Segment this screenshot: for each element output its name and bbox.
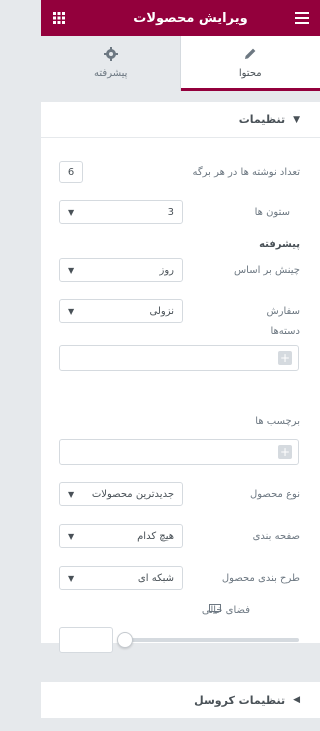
layout-label: طرح بندی محصول xyxy=(221,572,300,584)
advanced-heading: پیشرفته xyxy=(259,238,300,250)
caret-left-icon: ◀ xyxy=(293,695,300,705)
pencil-icon xyxy=(242,46,258,62)
dropdown-arrow-icon: ▼ xyxy=(68,531,75,541)
dropdown-arrow-icon: ▼ xyxy=(68,265,75,275)
pagination-row: صفحه بندی ▼ هیچ کدام xyxy=(41,524,320,548)
order-by-select[interactable]: ▼ روز xyxy=(59,258,183,282)
order-by-row: چینش بر اساس ▼ روز xyxy=(41,258,320,282)
tab-content[interactable]: محتوا xyxy=(180,36,320,91)
carousel-section-title: تنظیمات کروسل xyxy=(194,693,286,707)
hamburger-icon[interactable] xyxy=(294,10,310,26)
advanced-heading-row: پیشرفته xyxy=(41,232,320,256)
order-by-value: روز xyxy=(159,264,175,276)
editor-title: ویرایش محصولات xyxy=(133,10,248,26)
columns-label: ستون ها xyxy=(254,206,290,218)
gear-icon xyxy=(103,46,119,62)
order-by-label: چینش بر اساس xyxy=(233,264,300,276)
desktop-icon[interactable] xyxy=(209,604,221,614)
categories-input[interactable]: + xyxy=(59,345,299,371)
settings-section-title: تنظیمات xyxy=(238,113,286,126)
layout-value: شبکه ای xyxy=(137,572,174,584)
posts-per-page-input[interactable]: 6 xyxy=(59,161,83,183)
tags-label: برچسب ها xyxy=(255,415,300,427)
grid-icon[interactable] xyxy=(51,10,67,26)
dropdown-arrow-icon: ▼ xyxy=(68,489,75,499)
posts-per-page-row: تعداد نوشته ها در هر برگه 6 xyxy=(41,160,320,184)
tags-row: برچسب ها xyxy=(41,409,320,433)
carousel-section-header[interactable]: ◀ تنظیمات کروسل xyxy=(41,682,320,718)
posts-per-page-label: تعداد نوشته ها در هر برگه xyxy=(192,166,300,178)
layout-row: طرح بندی محصول ▼ شبکه ای xyxy=(41,566,320,590)
columns-value: 3 xyxy=(167,206,174,218)
categories-label: دسته‌ها xyxy=(270,325,300,337)
dropdown-arrow-icon: ▼ xyxy=(68,573,75,583)
product-type-row: نوع محصول ▼ جدیدترین محصولات xyxy=(41,482,320,506)
order-value: نزولی xyxy=(149,305,174,317)
tab-advanced-label: پیشرفته xyxy=(94,67,128,79)
tab-content-label: محتوا xyxy=(238,67,262,79)
tab-advanced[interactable]: پیشرفته xyxy=(41,36,181,91)
categories-row: دسته‌ها xyxy=(41,319,320,343)
columns-row: ستون ها ▼ 3 xyxy=(41,200,320,224)
panel-tabs: محتوا پیشرفته xyxy=(41,36,320,91)
order-label: سفارش xyxy=(266,305,300,317)
product-type-label: نوع محصول xyxy=(249,488,300,500)
dropdown-arrow-icon: ▼ xyxy=(68,306,75,316)
add-icon[interactable]: + xyxy=(278,445,292,459)
layout-select[interactable]: ▼ شبکه ای xyxy=(59,566,183,590)
pagination-select[interactable]: ▼ هیچ کدام xyxy=(59,524,183,548)
settings-panel: ▼ تنظیمات تعداد نوشته ها در هر برگه 6 ست… xyxy=(41,102,320,653)
product-type-value: جدیدترین محصولات xyxy=(91,488,174,500)
gap-row: فضای خالی xyxy=(41,598,320,622)
gap-number-input[interactable] xyxy=(59,627,113,653)
product-type-select[interactable]: ▼ جدیدترین محصولات xyxy=(59,482,183,506)
caret-down-icon: ▼ xyxy=(293,114,300,125)
gap-slider-handle[interactable] xyxy=(117,632,133,648)
settings-section-header[interactable]: ▼ تنظیمات xyxy=(41,102,320,138)
tab-divider xyxy=(180,36,181,91)
pagination-label: صفحه بندی xyxy=(252,530,300,542)
editor-header: ویرایش محصولات xyxy=(41,0,320,36)
tags-input[interactable]: + xyxy=(59,439,299,465)
pagination-value: هیچ کدام xyxy=(137,530,174,542)
add-icon[interactable]: + xyxy=(278,351,292,365)
dropdown-arrow-icon: ▼ xyxy=(68,207,75,217)
gap-slider-track[interactable] xyxy=(123,638,299,642)
columns-select[interactable]: ▼ 3 xyxy=(59,200,183,224)
